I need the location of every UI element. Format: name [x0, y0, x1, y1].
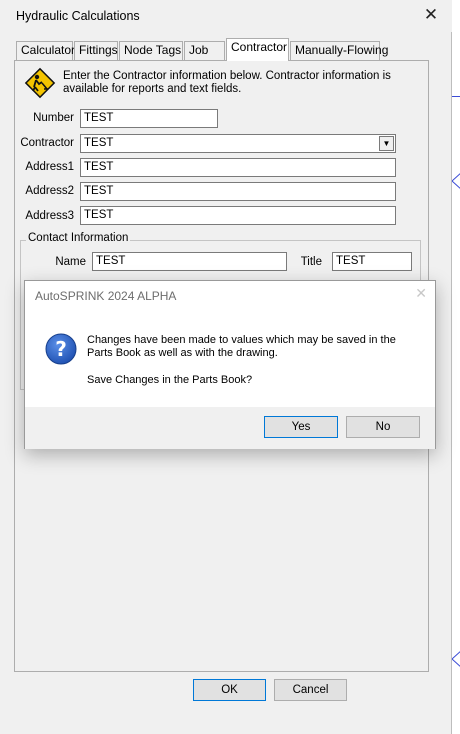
- contact-title-field[interactable]: TEST: [332, 252, 412, 271]
- chevron-down-icon[interactable]: ▼: [379, 136, 394, 151]
- tab-node-tags[interactable]: Node Tags: [119, 41, 183, 60]
- address3-field[interactable]: TEST: [80, 206, 396, 225]
- contractor-value: TEST: [84, 137, 114, 149]
- yes-button[interactable]: Yes: [264, 416, 338, 438]
- tab-manually-flowing[interactable]: Manually-Flowing: [290, 41, 388, 60]
- modal-question: Save Changes in the Parts Book?: [87, 374, 253, 386]
- address2-field[interactable]: TEST: [80, 182, 396, 201]
- drawing-line: [452, 96, 460, 97]
- tab-fittings[interactable]: Fittings: [74, 41, 118, 60]
- modal-title: AutoSPRINK 2024 ALPHA: [35, 289, 177, 303]
- address2-label: Address2: [25, 185, 74, 197]
- svg-text:?: ?: [55, 337, 67, 361]
- number-label: Number: [33, 112, 74, 124]
- contact-group-title: Contact Information: [26, 232, 131, 244]
- address1-field[interactable]: TEST: [80, 158, 396, 177]
- modal-footer: Yes No: [25, 407, 435, 449]
- title-bar: Hydraulic Calculations ✕: [0, 0, 452, 32]
- question-icon: ?: [45, 333, 77, 365]
- dialog-title: Hydraulic Calculations: [16, 9, 140, 23]
- close-icon[interactable]: ✕: [415, 285, 427, 302]
- save-changes-dialog: AutoSPRINK 2024 ALPHA ✕ ? Changes have b…: [24, 280, 436, 449]
- modal-message: Changes have been made to values which m…: [87, 334, 396, 359]
- construction-worker-icon: [24, 67, 56, 99]
- no-button[interactable]: No: [346, 416, 420, 438]
- number-field[interactable]: TEST: [80, 109, 218, 128]
- tab-job[interactable]: Job: [184, 41, 225, 60]
- tab-calculator[interactable]: Calculator: [16, 41, 75, 60]
- tab-contractor[interactable]: Contractor: [226, 38, 289, 61]
- contact-name-field[interactable]: TEST: [92, 252, 287, 271]
- info-text: Enter the Contractor information below. …: [63, 70, 391, 95]
- contractor-combobox[interactable]: TEST ▼: [80, 134, 396, 153]
- ok-button[interactable]: OK: [193, 679, 266, 701]
- modal-body: ? Changes have been made to values which…: [25, 311, 435, 407]
- contractor-label: Contractor: [20, 137, 74, 149]
- close-icon[interactable]: ✕: [420, 4, 442, 26]
- cancel-button[interactable]: Cancel: [274, 679, 347, 701]
- address1-label: Address1: [25, 161, 74, 173]
- contact-name-label: Name: [55, 256, 86, 268]
- contact-title-label: Title: [300, 256, 322, 268]
- address3-label: Address3: [25, 210, 74, 222]
